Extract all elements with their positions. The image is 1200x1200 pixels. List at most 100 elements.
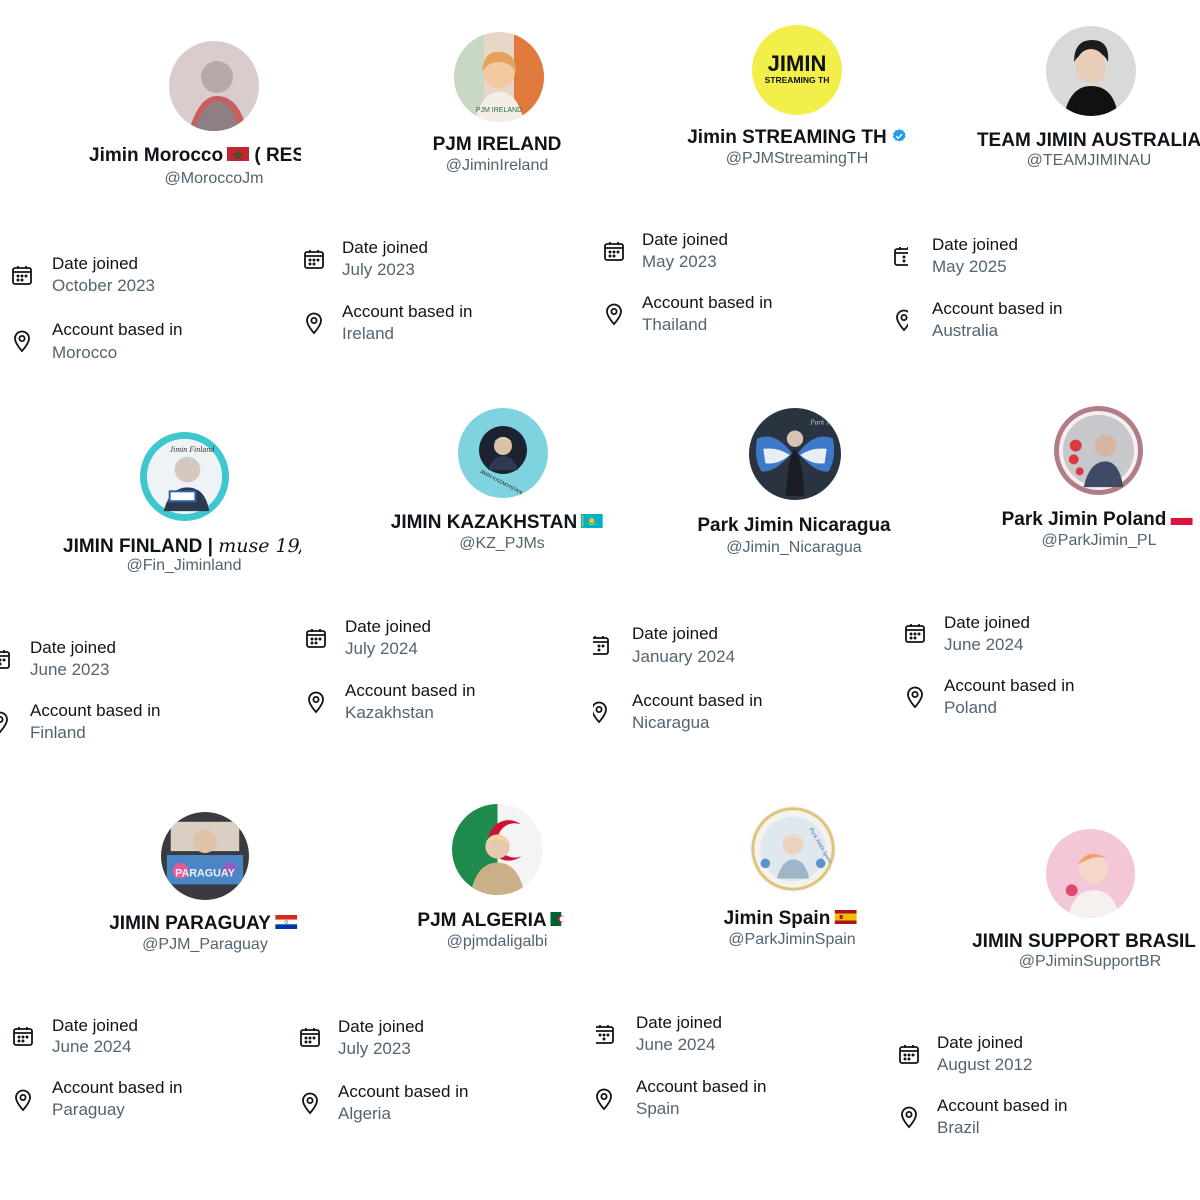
profile-handle[interactable]: @PJM_Paraguay — [142, 936, 268, 954]
account-based-value: Morocco — [52, 343, 118, 362]
verified-badge-icon — [891, 128, 907, 144]
profile-handle[interactable]: @PJMStreamingTH — [726, 150, 869, 168]
avatar[interactable]: JIMIN KAZAKHSTAN — [458, 408, 548, 498]
calendar-icon — [10, 263, 34, 287]
date-joined-label: Date joined — [937, 1033, 1024, 1052]
profile-handle[interactable]: @PJiminSupportBR — [1019, 953, 1162, 971]
calendar-icon — [11, 1024, 35, 1048]
profile-name[interactable]: JIMIN SUPPORT BRASIL — [962, 931, 1200, 953]
calendar-icon — [304, 626, 328, 650]
account-based-label: Account based in — [944, 676, 1075, 695]
account-based-value: Spain — [636, 1099, 680, 1118]
profile-handle[interactable]: @Jimin_Nicaragua — [726, 539, 861, 557]
date-joined-label: Date joined — [30, 638, 117, 657]
account-based-value: Nicaragua — [632, 713, 710, 732]
avatar[interactable]: Jimin Finland — [140, 432, 229, 521]
profile-name[interactable]: JIMIN PARAGUAY — [109, 913, 297, 935]
avatar-subtext: STREAMING TH — [765, 75, 830, 85]
date-joined-label: Date joined — [52, 1016, 139, 1035]
profile-name[interactable]: PJM IRELAND — [433, 134, 562, 156]
profile-name[interactable]: TEAM JIMIN AUSTRALIA — [977, 130, 1200, 152]
profile-name[interactable]: Jimin STREAMING TH — [687, 127, 907, 149]
avatar[interactable] — [1046, 829, 1135, 918]
account-based-label: Account based in — [52, 1078, 183, 1097]
calendar-icon — [596, 1022, 616, 1046]
profile-name[interactable]: Park Jimin Poland — [1002, 509, 1193, 531]
profile-handle[interactable]: @JiminIreland — [446, 157, 549, 175]
morocco-flag-icon — [227, 146, 250, 161]
avatar[interactable] — [1046, 26, 1136, 116]
profile-handle[interactable]: @pjmdaligalbi — [447, 933, 548, 951]
date-joined-value: October 2023 — [52, 276, 156, 295]
location-pin-icon — [892, 308, 908, 332]
account-based-value: Kazakhstan — [345, 703, 434, 722]
location-pin-icon — [304, 690, 328, 714]
location-pin-icon — [602, 302, 626, 326]
algeria-flag-icon — [550, 911, 573, 926]
date-joined-label: Date joined — [345, 617, 432, 636]
profile-handle[interactable]: @Fin_Jiminland — [127, 557, 242, 575]
profile-name[interactable]: PJM ALGERIA — [417, 910, 573, 932]
date-joined-label: Date joined — [642, 230, 729, 249]
account-based-label: Account based in — [338, 1082, 469, 1101]
date-joined-label: Date joined — [52, 254, 139, 273]
location-pin-icon — [11, 1088, 35, 1112]
profile-handle[interactable]: @TEAMJIMINAU — [1027, 152, 1152, 170]
account-based-label: Account based in — [932, 299, 1063, 318]
avatar[interactable]: Park Jimin — [749, 408, 841, 500]
avatar[interactable] — [1054, 406, 1143, 495]
location-pin-icon — [897, 1105, 921, 1129]
account-based-value: Ireland — [342, 324, 394, 343]
account-based-label: Account based in — [342, 302, 473, 321]
date-joined-label: Date joined — [944, 613, 1031, 632]
kazakhstan-flag-icon — [581, 513, 604, 528]
profile-handle[interactable]: @MoroccoJm — [165, 170, 264, 188]
account-based-value: Thailand — [642, 315, 708, 334]
date-joined-value: June 2024 — [52, 1037, 132, 1056]
location-pin-icon — [10, 329, 34, 353]
avatar[interactable]: PARAGUAY — [161, 812, 249, 900]
avatar-text: Park Jimin — [809, 418, 841, 426]
profile-name[interactable]: JIMIN FINLAND | muse 19/07 — [63, 535, 301, 558]
location-pin-icon — [596, 1087, 616, 1111]
account-based-label: Account based in — [632, 691, 763, 710]
calendar-icon — [298, 1025, 322, 1049]
account-based-value: Brazil — [937, 1118, 980, 1137]
date-joined-value: July 2023 — [338, 1039, 411, 1058]
location-pin-icon — [302, 311, 326, 335]
date-joined-value: May 2025 — [932, 257, 1007, 276]
avatar-text: Jimin Finland — [170, 445, 215, 454]
profile-handle[interactable]: @ParkJimin_PL — [1042, 532, 1157, 550]
account-based-value: Australia — [932, 321, 999, 340]
poland-flag-icon — [1170, 510, 1193, 525]
avatar-text: JIMIN — [768, 51, 827, 76]
date-joined-value: June 2024 — [944, 635, 1024, 654]
account-based-label: Account based in — [642, 293, 773, 312]
paraguay-flag-icon — [274, 914, 297, 929]
avatar[interactable] — [452, 804, 543, 895]
date-joined-label: Date joined — [338, 1017, 425, 1036]
avatar[interactable]: PJM IRELAND — [454, 32, 544, 122]
avatar[interactable] — [169, 41, 259, 131]
profile-name[interactable]: Jimin Spain — [724, 908, 857, 930]
date-joined-value: July 2024 — [345, 639, 418, 658]
avatar[interactable]: JIMIN STREAMING TH — [752, 25, 842, 115]
date-joined-value: August 2012 — [937, 1055, 1033, 1074]
profile-name[interactable]: Park Jimin Nicaragua — [697, 515, 890, 537]
calendar-icon — [897, 1042, 921, 1066]
date-joined-value: June 2024 — [636, 1035, 716, 1054]
profile-name[interactable]: JIMIN KAZAKHSTAN — [391, 512, 604, 534]
calendar-icon — [302, 247, 326, 271]
calendar-icon — [0, 647, 12, 671]
avatar[interactable]: Park Jimin Spain — [750, 806, 836, 892]
calendar-icon — [903, 621, 927, 645]
account-based-label: Account based in — [937, 1096, 1068, 1115]
profile-name[interactable]: Jimin Morocco ( REST — [89, 145, 301, 167]
spain-flag-icon — [834, 909, 857, 924]
date-joined-label: Date joined — [632, 624, 719, 643]
profile-handle[interactable]: @ParkJiminSpain — [728, 931, 855, 949]
date-joined-value: May 2023 — [642, 252, 717, 271]
profile-handle[interactable]: @KZ_PJMs — [459, 535, 545, 553]
date-joined-value: June 2023 — [30, 660, 110, 679]
account-based-label: Account based in — [345, 681, 476, 700]
